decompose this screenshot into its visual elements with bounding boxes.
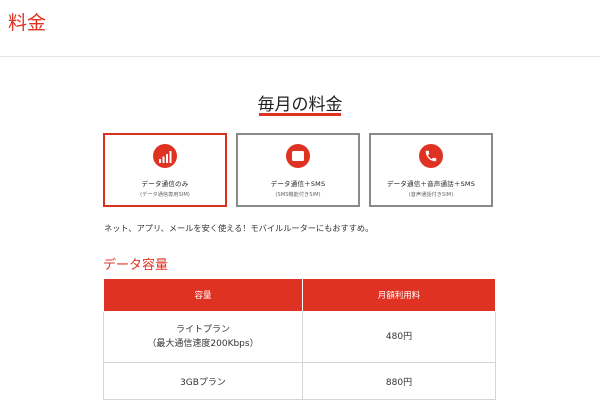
column-header-capacity: 容量 [103,278,303,312]
price-table: 容量 月額利用料 ライトプラン （最大通信速度200Kbps） 480円 3GB… [103,278,496,400]
capacity-note: （最大通信速度200Kbps） [147,339,259,349]
plan-subtitle: (SMS機能付きSIM) [275,192,321,198]
capacity-label: ライトプラン [175,325,230,335]
plan-subtitle: (音声通話付きSIM) [408,192,454,198]
plan-description: ネット、アプリ、メールを安く使える！モバイルルーターにもおすすめ。 [104,223,374,233]
data-capacity-heading: データ容量 [103,258,169,273]
sms-message-icon [286,144,310,168]
header-divider [0,56,600,57]
plan-subtitle: (データ通信専用SIM) [140,192,190,198]
capacity-cell: 3GBプラン [103,362,303,400]
price-cell: 880円 [302,362,496,400]
capacity-cell: ライトプラン （最大通信速度200Kbps） [103,311,303,363]
price-cell: 480円 [302,311,496,363]
table-header-row: 容量 月額利用料 [103,278,496,312]
table-row: 3GBプラン 880円 [103,362,496,400]
column-header-monthly-fee: 月額利用料 [302,278,496,312]
page-title: 料金 [8,12,47,34]
plan-card-data-voice-sms[interactable]: データ通信＋音声通話＋SMS (音声通話付きSIM) [369,133,493,207]
section-title-underline [259,113,341,116]
table-row: ライトプラン （最大通信速度200Kbps） 480円 [103,311,496,363]
section-title: 毎月の料金 [257,95,343,115]
phone-icon [419,144,443,168]
plan-card-data-sms[interactable]: データ通信＋SMS (SMS機能付きSIM) [236,133,360,207]
plan-name: データ通信＋音声通話＋SMS [386,180,476,188]
plan-name: データ通信のみ [141,180,189,188]
plan-name: データ通信＋SMS [270,180,326,188]
signal-bars-icon [153,144,177,168]
plan-card-data-only[interactable]: データ通信のみ (データ通信専用SIM) [103,133,227,207]
